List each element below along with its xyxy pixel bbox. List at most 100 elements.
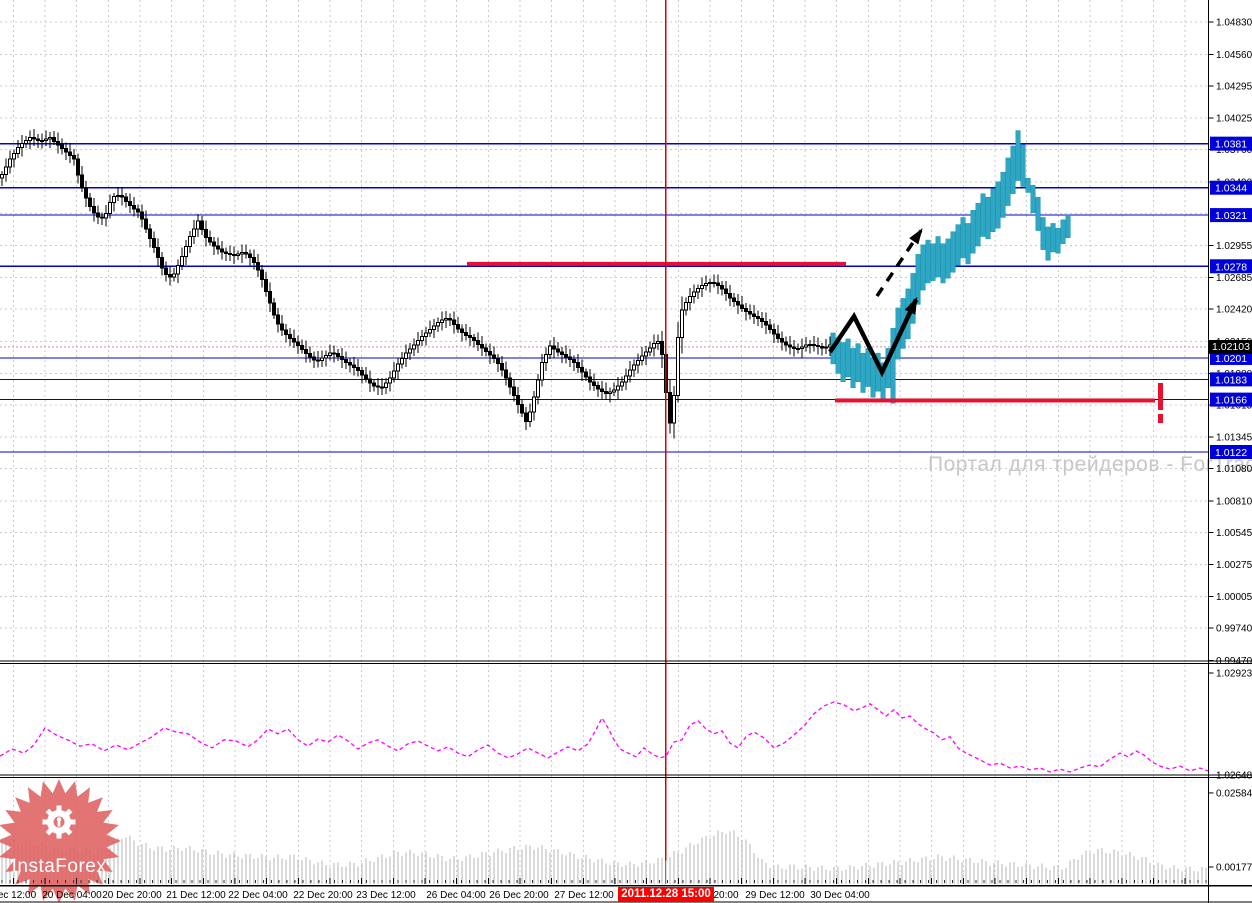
- candle-body: [4, 166, 8, 175]
- candle-body: [696, 288, 700, 293]
- candle-body: [604, 390, 608, 395]
- time-axis[interactable]: ec 12:00 20 Dec 04:00 20 Dec 20:00 21 Dec 1…: [0, 878, 1207, 901]
- forecast-bar: [1055, 227, 1061, 254]
- red-vmark: [1158, 414, 1163, 423]
- time-axis-label: 20 Dec 20:00: [102, 890, 162, 901]
- candle-body: [600, 388, 604, 392]
- candle-body: [812, 343, 816, 346]
- candle-body: [304, 348, 308, 354]
- candle-body: [688, 295, 692, 303]
- candle-body: [112, 196, 116, 204]
- candle-body: [12, 152, 16, 160]
- candle-body: [268, 290, 272, 304]
- forecast-bar: [1010, 145, 1016, 194]
- candle-body: [492, 354, 496, 360]
- candle-body: [196, 220, 200, 230]
- candle-body: [804, 344, 808, 348]
- candle-body: [672, 394, 676, 424]
- candle-body: [556, 348, 560, 353]
- forecast-bar: [855, 343, 861, 383]
- time-axis-label: 21 Dec 12:00: [166, 890, 226, 901]
- candle-body: [28, 137, 32, 142]
- candle-body: [420, 336, 424, 342]
- candle-body: [624, 375, 628, 383]
- forecast-bar: [985, 196, 991, 240]
- candle-body: [768, 324, 772, 330]
- candle-body: [276, 314, 280, 325]
- chart-canvas[interactable]: Портал для трейдеров - ForTrader.ru1.037…: [0, 0, 1252, 903]
- candle-body: [76, 158, 80, 176]
- candle-body: [808, 343, 812, 346]
- candle-body: [440, 319, 444, 324]
- candle-body: [820, 346, 824, 349]
- candle-body: [748, 311, 752, 315]
- candle-body: [504, 369, 508, 379]
- forecast-bar: [850, 348, 856, 388]
- forecast-bar: [910, 273, 916, 324]
- candle-body: [176, 265, 180, 275]
- badge-label: 1.0166: [1215, 395, 1247, 407]
- candle-body: [352, 364, 356, 368]
- candle-body: [364, 374, 368, 380]
- candle-body: [528, 411, 532, 422]
- price-axis[interactable]: 1.037601.034901.021501.018801.016151.048…: [1208, 18, 1252, 874]
- candle-body: [300, 344, 304, 350]
- forecast-bar: [1030, 185, 1036, 213]
- candle-body: [48, 137, 52, 140]
- logo-starburst: [0, 779, 121, 903]
- price-tick-label: 1.02420: [1216, 305, 1252, 316]
- instaforex-logo-label: InstaForex: [11, 856, 107, 877]
- forecast-bar: [1040, 217, 1046, 250]
- time-axis-label: 23 Dec 12:00: [356, 890, 416, 901]
- gear-figure-head: [56, 817, 62, 822]
- candle-body: [20, 142, 24, 149]
- candle-body: [200, 220, 204, 230]
- candle-body: [328, 352, 332, 357]
- candle-body: [316, 359, 320, 362]
- candle-body: [284, 329, 288, 336]
- candle-body: [168, 274, 172, 278]
- candle-body: [588, 376, 592, 383]
- candle-body: [140, 211, 144, 220]
- candle-body: [680, 309, 684, 339]
- candle-body: [160, 256, 164, 269]
- price-level-badge: 1.0321: [1210, 208, 1252, 223]
- candle-body: [540, 362, 544, 381]
- candle-body: [308, 352, 312, 358]
- price-tick-label: 0.99740: [1216, 624, 1252, 635]
- price-tick-label: 1.04295: [1216, 81, 1252, 92]
- candle-body: [472, 337, 476, 342]
- candle-body: [480, 343, 484, 349]
- candle-body: [752, 313, 756, 317]
- candle-body: [548, 345, 552, 355]
- candle-body: [180, 256, 184, 267]
- candle-body: [256, 262, 260, 271]
- candle-body: [88, 197, 92, 207]
- forecast-bar: [920, 244, 926, 291]
- candle-body: [408, 348, 412, 354]
- mt4-chart-window: Портал для трейдеров - ForTrader.ru1.037…: [0, 0, 1252, 903]
- candle-body: [0, 173, 4, 179]
- candle-body: [740, 304, 744, 310]
- candle-body: [484, 347, 488, 352]
- candle-body: [80, 174, 84, 189]
- price-tick-label: 1.01345: [1216, 433, 1252, 444]
- candle-body: [508, 377, 512, 388]
- badge-label: 1.0201: [1215, 353, 1247, 365]
- candle-body: [564, 353, 568, 358]
- selected-time-badge: 2011.12.28 15:00: [618, 887, 714, 902]
- candle-body: [348, 361, 352, 366]
- time-axis-label: 22 Dec 04:00: [228, 890, 288, 901]
- candle-body: [596, 384, 600, 390]
- forecast-bar: [1000, 171, 1006, 218]
- candle-body: [292, 337, 296, 343]
- forecast-bar: [965, 223, 971, 265]
- candle-body: [280, 323, 284, 331]
- candle-body: [216, 245, 220, 250]
- candle-body: [744, 308, 748, 313]
- candle-body: [192, 228, 196, 238]
- candle-body: [772, 328, 776, 335]
- candle-body: [824, 346, 828, 349]
- candle-body: [104, 212, 108, 219]
- candle-body: [324, 355, 328, 359]
